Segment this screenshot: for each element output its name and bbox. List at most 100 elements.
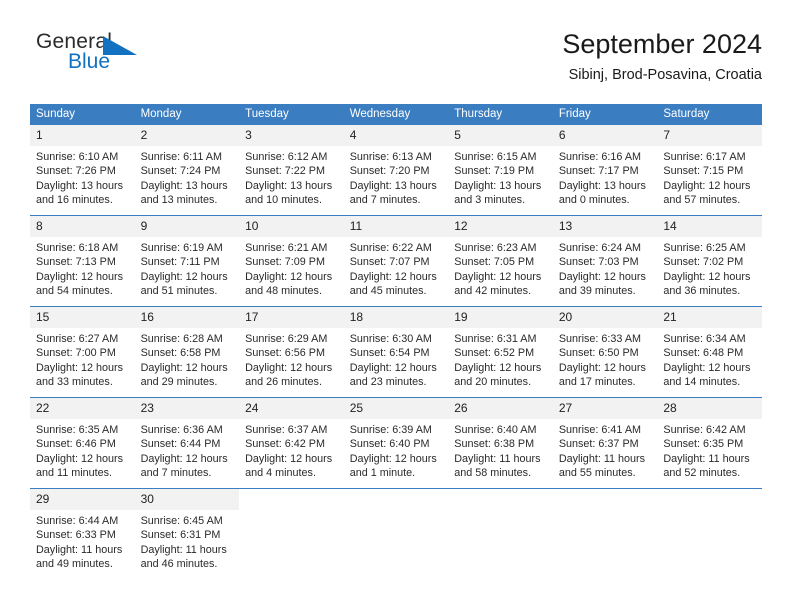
day-detail-daylight1: Daylight: 12 hours — [663, 179, 751, 192]
day-cell-content[interactable]: 8 Sunrise: 6:18 AM Sunset: 7:13 PM Daylight… — [30, 216, 135, 306]
calendar-body: 1 Sunrise: 6:10 AM Sunset: 7:26 PM Daylight… — [30, 125, 762, 579]
day-detail-daylight1: Daylight: 13 hours — [558, 179, 646, 192]
day-cell-content[interactable]: 14 Sunrise: 6:25 AM Sunset: 7:02 PM Dayligh… — [657, 216, 762, 306]
day-detail-daylight2: and 10 minutes. — [245, 194, 322, 207]
day-number: 21 — [657, 307, 762, 328]
calendar-week-row: 15 Sunrise: 6:27 AM Sunset: 7:00 PM Dayligh… — [30, 306, 762, 398]
day-cell-empty — [239, 489, 344, 579]
day-detail-sunset: Sunset: 6:44 PM — [140, 438, 221, 451]
day-cell-content[interactable]: 2 Sunrise: 6:11 AM Sunset: 7:24 PM Daylight… — [134, 125, 240, 215]
day-detail-daylight1: Daylight: 12 hours — [140, 270, 228, 283]
day-cell-content[interactable]: 12 Sunrise: 6:23 AM Sunset: 7:05 PM Dayligh… — [448, 216, 553, 306]
day-cell-content[interactable]: 24 Sunrise: 6:37 AM Sunset: 6:42 PM Dayligh… — [239, 398, 344, 488]
day-detail-sunset: Sunset: 6:37 PM — [558, 438, 639, 451]
day-details: Sunrise: 6:45 AM Sunset: 6:31 PM Daylight:… — [135, 510, 240, 572]
day-cell-content[interactable]: 9 Sunrise: 6:19 AM Sunset: 7:11 PM Daylight… — [134, 216, 240, 306]
day-details: Sunrise: 6:44 AM Sunset: 6:33 PM Daylight:… — [30, 510, 135, 572]
calendar-day-cell: 30 Sunrise: 6:45 AM Sunset: 6:31 PM Dayligh… — [134, 488, 240, 579]
day-number: 13 — [552, 216, 658, 237]
weekday-header-thursday: Thursday — [448, 104, 553, 125]
day-cell-content[interactable]: 30 Sunrise: 6:45 AM Sunset: 6:31 PM Dayligh… — [134, 489, 240, 579]
day-detail-daylight1: Daylight: 12 hours — [140, 452, 228, 465]
day-cell-content[interactable]: 11 Sunrise: 6:22 AM Sunset: 7:07 PM Dayligh… — [343, 216, 449, 306]
day-cell-content[interactable]: 16 Sunrise: 6:28 AM Sunset: 6:58 PM Dayligh… — [134, 307, 240, 397]
day-detail-daylight1: Daylight: 12 hours — [140, 361, 228, 374]
day-cell-content[interactable]: 22 Sunrise: 6:35 AM Sunset: 6:46 PM Dayligh… — [30, 398, 135, 488]
day-cell-content[interactable]: 7 Sunrise: 6:17 AM Sunset: 7:15 PM Daylight… — [657, 125, 762, 215]
day-cell-content[interactable]: 25 Sunrise: 6:39 AM Sunset: 6:40 PM Dayligh… — [343, 398, 449, 488]
day-cell-content[interactable]: 29 Sunrise: 6:44 AM Sunset: 6:33 PM Dayligh… — [30, 489, 135, 579]
day-detail-sunset: Sunset: 6:40 PM — [349, 438, 430, 451]
day-details: Sunrise: 6:30 AM Sunset: 6:54 PM Daylight:… — [344, 328, 449, 390]
weekday-header-monday: Monday — [134, 104, 240, 125]
day-cell-content[interactable]: 17 Sunrise: 6:29 AM Sunset: 6:56 PM Dayligh… — [239, 307, 344, 397]
day-number: 18 — [343, 307, 449, 328]
day-detail-daylight1: Daylight: 13 hours — [349, 179, 437, 192]
brand-logo[interactable]: General Blue — [30, 28, 230, 84]
calendar-week-row: 1 Sunrise: 6:10 AM Sunset: 7:26 PM Daylight… — [30, 125, 762, 216]
day-detail-daylight1: Daylight: 13 hours — [140, 179, 228, 192]
day-detail-sunset: Sunset: 6:52 PM — [454, 347, 535, 360]
day-detail-daylight2: and 7 minutes. — [140, 467, 212, 480]
day-number: 25 — [343, 398, 449, 419]
day-cell-content[interactable]: 6 Sunrise: 6:16 AM Sunset: 7:17 PM Daylight… — [552, 125, 658, 215]
day-detail-daylight2: and 7 minutes. — [349, 194, 421, 207]
day-detail-daylight2: and 49 minutes. — [36, 558, 113, 571]
day-detail-daylight1: Daylight: 12 hours — [454, 270, 542, 283]
day-detail-daylight2: and 29 minutes. — [140, 376, 218, 389]
calendar-day-cell: 3 Sunrise: 6:12 AM Sunset: 7:22 PM Daylight… — [239, 125, 344, 216]
day-detail-daylight2: and 52 minutes. — [663, 467, 741, 480]
day-cell-content[interactable]: 23 Sunrise: 6:36 AM Sunset: 6:44 PM Dayligh… — [134, 398, 240, 488]
day-cell-content[interactable]: 4 Sunrise: 6:13 AM Sunset: 7:20 PM Daylight… — [343, 125, 449, 215]
calendar-day-cell: 16 Sunrise: 6:28 AM Sunset: 6:58 PM Dayligh… — [134, 306, 240, 398]
day-detail-sunrise: Sunrise: 6:28 AM — [140, 333, 223, 345]
day-details: Sunrise: 6:21 AM Sunset: 7:09 PM Daylight:… — [239, 237, 344, 299]
day-details: Sunrise: 6:31 AM Sunset: 6:52 PM Daylight:… — [448, 328, 553, 390]
day-detail-sunrise: Sunrise: 6:10 AM — [36, 151, 119, 163]
day-detail-sunrise: Sunrise: 6:13 AM — [349, 151, 432, 163]
calendar-day-cell: 1 Sunrise: 6:10 AM Sunset: 7:26 PM Daylight… — [30, 125, 135, 216]
calendar-day-cell — [343, 488, 449, 579]
calendar-day-cell: 15 Sunrise: 6:27 AM Sunset: 7:00 PM Dayligh… — [30, 306, 135, 398]
day-detail-daylight1: Daylight: 12 hours — [245, 270, 333, 283]
day-cell-content[interactable]: 19 Sunrise: 6:31 AM Sunset: 6:52 PM Dayligh… — [448, 307, 553, 397]
day-details: Sunrise: 6:39 AM Sunset: 6:40 PM Daylight:… — [344, 419, 449, 481]
day-detail-sunrise: Sunrise: 6:15 AM — [454, 151, 537, 163]
day-cell-content[interactable]: 10 Sunrise: 6:21 AM Sunset: 7:09 PM Dayligh… — [239, 216, 344, 306]
day-detail-daylight1: Daylight: 11 hours — [663, 452, 750, 465]
day-detail-sunset: Sunset: 7:19 PM — [454, 165, 535, 178]
page-title: September 2024 — [562, 29, 762, 59]
day-detail-sunset: Sunset: 6:46 PM — [36, 438, 116, 451]
day-cell-content[interactable]: 21 Sunrise: 6:34 AM Sunset: 6:48 PM Dayligh… — [657, 307, 762, 397]
day-detail-daylight2: and 20 minutes. — [454, 376, 532, 389]
calendar-day-cell: 4 Sunrise: 6:13 AM Sunset: 7:20 PM Daylight… — [343, 125, 449, 216]
day-number: 3 — [239, 125, 344, 146]
day-cell-empty — [553, 489, 658, 579]
day-cell-content[interactable]: 15 Sunrise: 6:27 AM Sunset: 7:00 PM Dayligh… — [30, 307, 135, 397]
calendar-day-cell — [239, 488, 344, 579]
day-cell-content[interactable]: 18 Sunrise: 6:30 AM Sunset: 6:54 PM Dayligh… — [343, 307, 449, 397]
day-cell-content[interactable]: 5 Sunrise: 6:15 AM Sunset: 7:19 PM Daylight… — [448, 125, 553, 215]
day-number: 23 — [134, 398, 240, 419]
calendar-day-cell: 6 Sunrise: 6:16 AM Sunset: 7:17 PM Daylight… — [552, 125, 658, 216]
day-cell-content[interactable]: 26 Sunrise: 6:40 AM Sunset: 6:38 PM Dayligh… — [448, 398, 553, 488]
day-detail-sunrise: Sunrise: 6:12 AM — [245, 151, 328, 163]
day-detail-sunset: Sunset: 7:02 PM — [663, 256, 744, 269]
day-detail-sunrise: Sunrise: 6:11 AM — [140, 151, 222, 163]
day-cell-content[interactable]: 28 Sunrise: 6:42 AM Sunset: 6:35 PM Dayligh… — [657, 398, 762, 488]
day-detail-sunrise: Sunrise: 6:42 AM — [663, 424, 746, 436]
day-number — [448, 489, 553, 510]
calendar-day-cell: 22 Sunrise: 6:35 AM Sunset: 6:46 PM Dayligh… — [30, 397, 135, 489]
day-cell-content[interactable]: 1 Sunrise: 6:10 AM Sunset: 7:26 PM Daylight… — [30, 125, 135, 215]
day-detail-sunset: Sunset: 7:26 PM — [36, 165, 116, 178]
calendar-day-cell: 13 Sunrise: 6:24 AM Sunset: 7:03 PM Dayligh… — [552, 215, 658, 307]
day-detail-sunset: Sunset: 7:20 PM — [349, 165, 430, 178]
day-detail-daylight2: and 42 minutes. — [454, 285, 532, 298]
day-cell-content[interactable]: 20 Sunrise: 6:33 AM Sunset: 6:50 PM Dayligh… — [552, 307, 658, 397]
day-cell-content[interactable]: 3 Sunrise: 6:12 AM Sunset: 7:22 PM Daylight… — [239, 125, 344, 215]
day-detail-sunset: Sunset: 7:11 PM — [140, 256, 220, 269]
day-detail-daylight2: and 3 minutes. — [454, 194, 526, 207]
day-detail-sunset: Sunset: 6:33 PM — [36, 529, 116, 542]
day-cell-content[interactable]: 13 Sunrise: 6:24 AM Sunset: 7:03 PM Dayligh… — [552, 216, 658, 306]
day-cell-content[interactable]: 27 Sunrise: 6:41 AM Sunset: 6:37 PM Dayligh… — [552, 398, 658, 488]
